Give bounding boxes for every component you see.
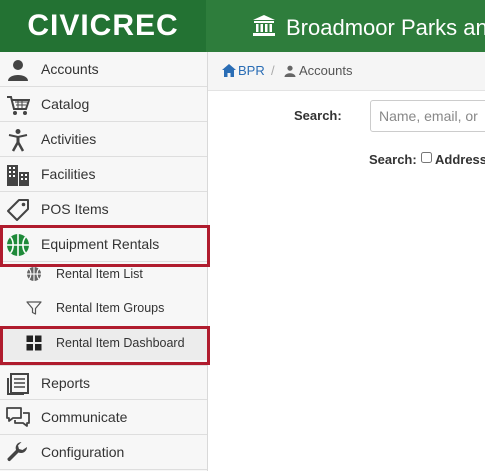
- breadcrumb-separator: /: [271, 63, 275, 78]
- sidebar-item-label: Reports: [41, 375, 91, 391]
- user-icon: [8, 60, 28, 81]
- breadcrumb-current: Accounts: [299, 63, 353, 78]
- organization-name[interactable]: Broadmoor Parks and: [286, 0, 485, 52]
- sidebar-item-label: Catalog: [41, 96, 90, 112]
- grid-icon: [26, 335, 42, 351]
- breadcrumb: BPR / Accounts: [208, 52, 485, 91]
- wrench-icon: [7, 442, 28, 462]
- address-checkbox[interactable]: [421, 152, 432, 163]
- sidebar-item-facilities[interactable]: Facilities: [0, 157, 207, 192]
- cart-icon: [7, 96, 30, 115]
- sidebar-item-catalog[interactable]: Catalog: [0, 87, 207, 122]
- sidebar-subitem-rental-item-list[interactable]: Rental Item List: [0, 257, 207, 291]
- sidebar-subitem-label: Rental Item Dashboard: [56, 336, 185, 350]
- user-icon: [284, 65, 296, 77]
- sidebar-item-reports[interactable]: Reports: [0, 365, 207, 400]
- civicrec-logo[interactable]: CIVICREC: [0, 0, 206, 52]
- top-header: CIVICREC Broadmoor Parks and: [0, 0, 485, 52]
- chat-icon: [6, 407, 30, 427]
- sidebar-item-label: Accounts: [41, 61, 99, 77]
- filter-icon: [26, 301, 42, 315]
- sidebar-item-accounts[interactable]: Accounts: [0, 52, 207, 87]
- home-icon: [222, 64, 236, 77]
- search-options-label: Search:: [369, 152, 417, 167]
- sidebar-subitem-rental-item-dashboard[interactable]: Rental Item Dashboard: [0, 326, 207, 360]
- sidebar-subitem-label: Rental Item Groups: [56, 301, 165, 315]
- basketball-small-icon: [27, 267, 41, 281]
- tag-icon: [7, 199, 29, 221]
- sidebar-item-label: POS Items: [41, 201, 109, 217]
- sidebar-item-label: Configuration: [41, 444, 125, 460]
- search-input[interactable]: [370, 100, 485, 132]
- sidebar-item-configuration[interactable]: Configuration: [0, 435, 207, 470]
- sidebar-subitem-label: Rental Item List: [56, 267, 143, 281]
- address-checkbox-label[interactable]: Address: [435, 152, 485, 167]
- sidebar-item-activities[interactable]: Activities: [0, 122, 207, 157]
- sidebar-item-label: Communicate: [41, 409, 128, 425]
- basketball-icon: [7, 234, 29, 256]
- sidebar-subitem-rental-item-groups[interactable]: Rental Item Groups: [0, 291, 207, 325]
- sidebar-item-label: Facilities: [41, 166, 96, 182]
- search-label: Search:: [294, 108, 342, 123]
- sidebar: Accounts Catalog Activities Facilities P…: [0, 52, 208, 471]
- breadcrumb-home-link[interactable]: BPR: [238, 52, 265, 90]
- sidebar-item-pos-items[interactable]: POS Items: [0, 192, 207, 227]
- reports-icon: [7, 373, 29, 395]
- building-columns-icon: [253, 15, 275, 36]
- sidebar-item-communicate[interactable]: Communicate: [0, 400, 207, 435]
- sidebar-item-label: Activities: [41, 131, 97, 147]
- buildings-icon: [7, 165, 29, 186]
- person-icon: [8, 129, 28, 152]
